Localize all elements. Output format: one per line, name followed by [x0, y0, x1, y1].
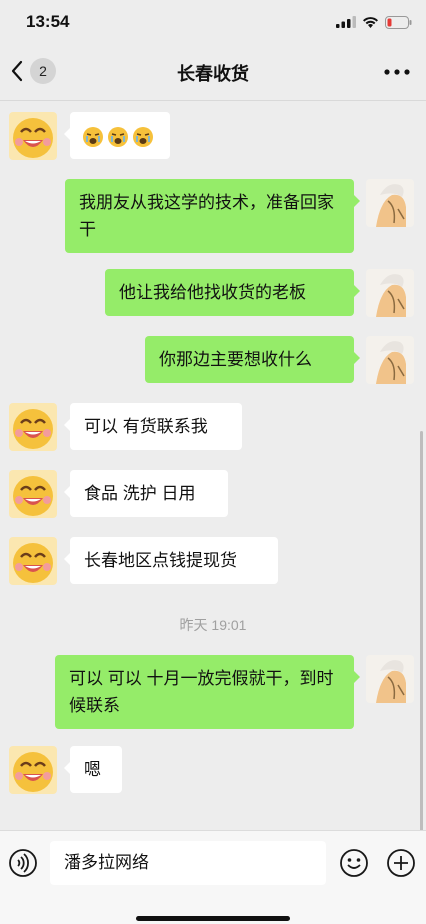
- self-avatar[interactable]: [366, 179, 414, 227]
- message-bubble[interactable]: [64, 112, 170, 159]
- contact-avatar[interactable]: [9, 746, 57, 794]
- contact-avatar[interactable]: [9, 403, 57, 451]
- emoji-icon[interactable]: [339, 848, 369, 878]
- message-row: 他让我给他找收货的老板: [0, 269, 426, 317]
- more-dots-icon[interactable]: [382, 60, 412, 84]
- signal-icon: [336, 16, 356, 28]
- message-list[interactable]: 我朋友从我这学的技术，准备回家干 他让我给他找收货的老板 你那边主要想收什么 可…: [0, 101, 426, 830]
- message-row: 食品 洗护 日用: [0, 470, 426, 518]
- message-row: 嗯: [0, 746, 426, 794]
- message-bubble[interactable]: 长春地区点钱提现货: [64, 537, 278, 584]
- self-avatar[interactable]: [366, 269, 414, 317]
- battery-icon: [385, 15, 412, 29]
- message-bubble[interactable]: 可以 可以 十月一放完假就干，到时候联系: [55, 655, 360, 729]
- message-bubble[interactable]: 嗯: [64, 746, 122, 793]
- crying-emoji-icon: [108, 126, 128, 147]
- message-bubble[interactable]: 我朋友从我这学的技术，准备回家干: [65, 179, 360, 253]
- message-bubble[interactable]: 你那边主要想收什么: [145, 336, 360, 383]
- status-time: 13:54: [26, 12, 70, 31]
- message-bubble[interactable]: 可以 有货联系我: [64, 403, 242, 450]
- message-row: [0, 112, 426, 162]
- message-row: 可以 有货联系我: [0, 403, 426, 451]
- scrollbar[interactable]: [420, 431, 423, 830]
- crying-emoji-icon: [83, 126, 103, 147]
- status-bar: 13:54: [0, 0, 426, 44]
- home-indicator[interactable]: [136, 916, 290, 921]
- message-row: 你那边主要想收什么: [0, 336, 426, 384]
- message-input[interactable]: 潘多拉网络: [50, 841, 326, 885]
- status-icons: [336, 13, 412, 31]
- crying-emoji-icon: [133, 126, 153, 147]
- nav-bar: 2 长春收货: [0, 44, 426, 101]
- self-avatar[interactable]: [366, 655, 414, 703]
- contact-avatar[interactable]: [9, 537, 57, 585]
- message-timestamp: 昨天 19:01: [179, 617, 247, 633]
- contact-avatar[interactable]: [9, 112, 57, 160]
- message-row: 可以 可以 十月一放完假就干，到时候联系: [0, 655, 426, 729]
- message-bubble[interactable]: 食品 洗护 日用: [64, 470, 228, 517]
- contact-avatar[interactable]: [9, 470, 57, 518]
- chat-title: 长春收货: [177, 64, 249, 84]
- wifi-icon: [363, 16, 378, 28]
- voice-icon[interactable]: [8, 848, 38, 878]
- self-avatar[interactable]: [366, 336, 414, 384]
- message-row: 我朋友从我这学的技术，准备回家干: [0, 179, 426, 253]
- message-row: 长春地区点钱提现货: [0, 537, 426, 585]
- input-bar: 潘多拉网络: [0, 830, 426, 924]
- plus-icon[interactable]: [386, 848, 416, 878]
- message-bubble[interactable]: 他让我给他找收货的老板: [105, 269, 360, 316]
